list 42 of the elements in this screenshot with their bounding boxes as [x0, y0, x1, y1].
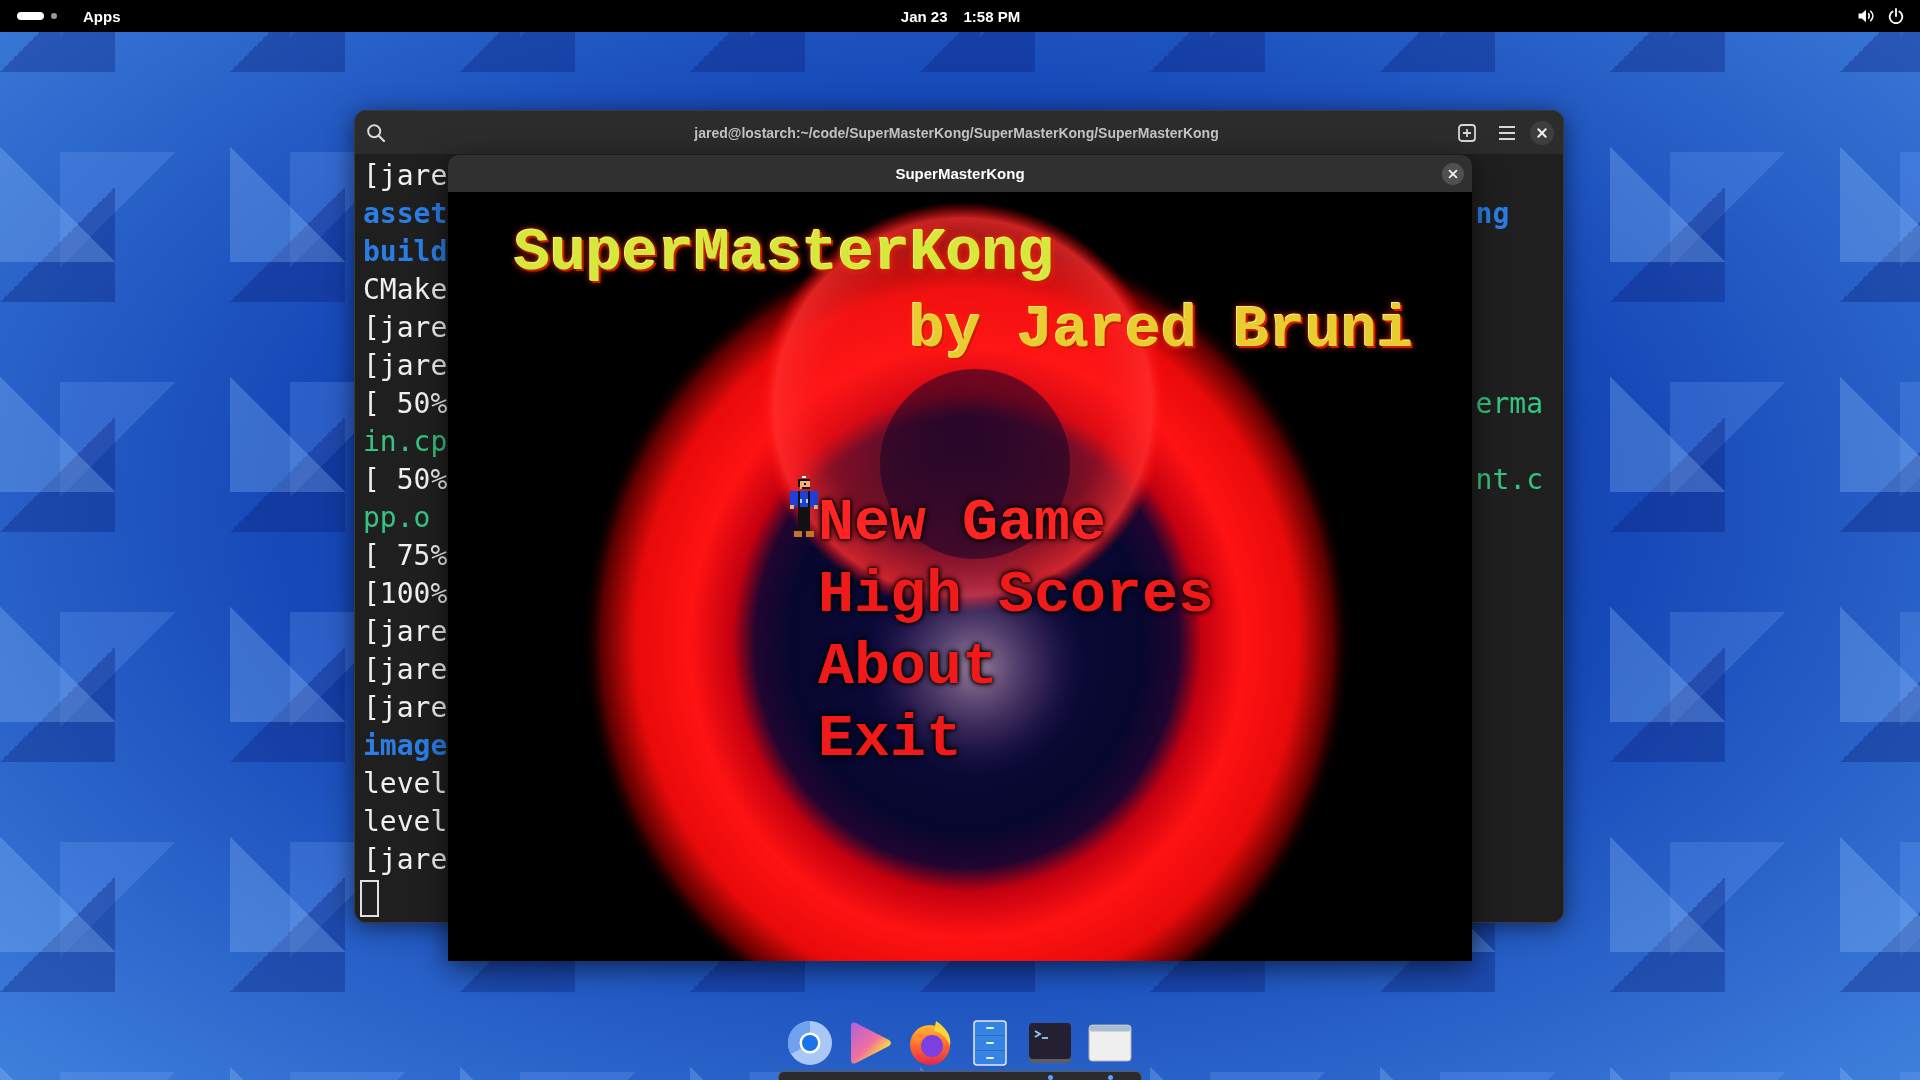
terminal-text: [jare: [363, 690, 448, 726]
new-tab-icon[interactable]: [1458, 123, 1476, 142]
terminal-text: [jare: [363, 652, 448, 688]
search-icon[interactable]: [367, 123, 385, 142]
terminal-text: ng: [1475, 196, 1510, 232]
terminal-text: nt.c: [1475, 462, 1543, 498]
close-icon[interactable]: [1530, 120, 1554, 145]
power-icon[interactable]: [1888, 8, 1904, 24]
terminal-text: erma: [1475, 386, 1543, 422]
terminal-text: [ 75%: [363, 538, 448, 574]
terminal-text: level: [363, 804, 448, 840]
volume-icon[interactable]: [1858, 8, 1874, 24]
cursor-icon: [360, 879, 379, 917]
terminal-text: [jare: [363, 310, 448, 346]
workspace-indicator-icon[interactable]: [17, 12, 44, 20]
menu-item[interactable]: About: [818, 631, 999, 703]
terminal-text: in.cp: [363, 424, 448, 460]
terminal-text: [jare: [363, 614, 448, 650]
menu-item[interactable]: Exit: [818, 703, 963, 775]
terminal-text: image: [363, 728, 448, 764]
terminal-text: pp.o: [363, 500, 431, 536]
terminal-text: [ 50%: [363, 386, 448, 422]
menu-icon[interactable]: [1498, 125, 1516, 140]
clock-button[interactable]: Jan 23 1:58 PM: [890, 3, 1031, 29]
terminal-text: [jare: [363, 842, 448, 878]
terminal-icon[interactable]: [1027, 1020, 1073, 1066]
terminal-text: level: [363, 766, 448, 802]
window-title: jared@lostarch:~/code/SuperMasterKong/SuperMasterKong/SuperMasterKong: [694, 124, 1219, 141]
terminal-text: asset: [363, 196, 448, 232]
pixel-character-icon: [790, 475, 818, 537]
terminal-text: [jare: [363, 158, 448, 194]
terminal-text: [ 50%: [363, 462, 448, 498]
window-title: SuperMasterKong: [895, 165, 1025, 182]
close-icon[interactable]: [1442, 162, 1464, 185]
terminal-text: [jare: [363, 348, 448, 384]
circle-logo-icon[interactable]: [787, 1020, 833, 1066]
fox-globe-icon[interactable]: [907, 1020, 953, 1066]
apps-button[interactable]: Apps: [75, 3, 129, 29]
terminal-text: build: [363, 234, 448, 270]
workspace-indicator-icon[interactable]: [51, 13, 57, 19]
terminal-text: [100%: [363, 576, 448, 612]
terminal-text: CMake: [363, 272, 448, 308]
